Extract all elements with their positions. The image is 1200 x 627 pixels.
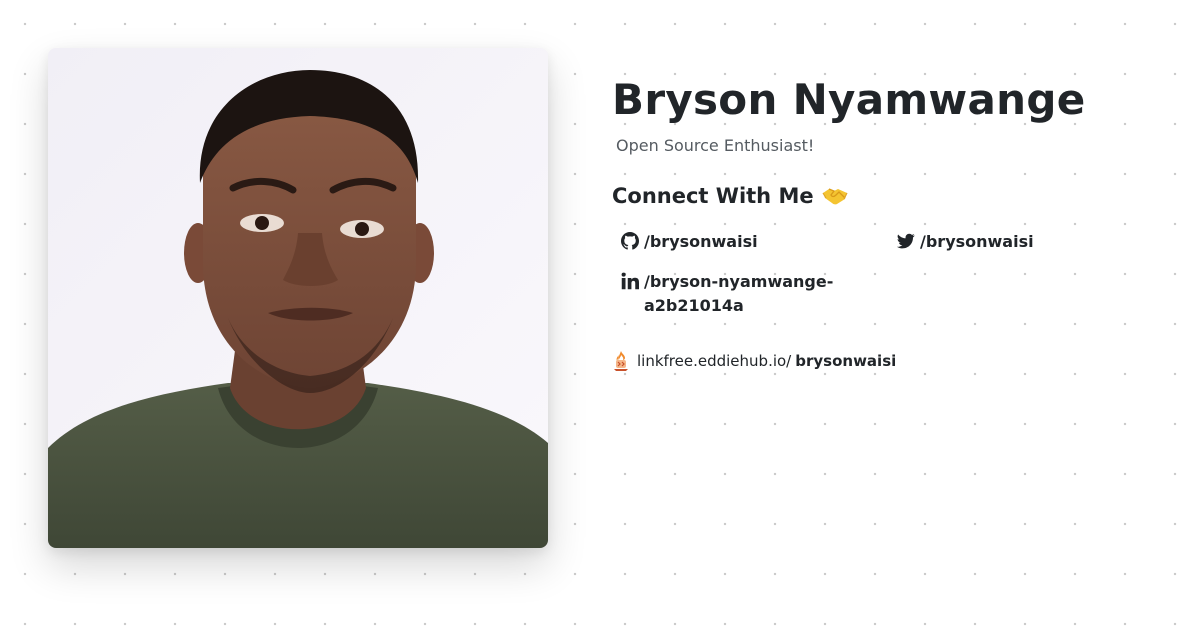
- profile-photo: [48, 48, 548, 548]
- social-link-github[interactable]: /brysonwaisi: [621, 230, 758, 254]
- twitter-icon: [897, 233, 915, 249]
- linkfree-handle: brysonwaisi: [795, 352, 897, 370]
- social-link-linkedin-label: /bryson-nyamwange-a2b21014a: [644, 272, 834, 315]
- social-link-twitter-label: /brysonwaisi: [920, 232, 1034, 251]
- linkedin-icon: [621, 272, 639, 290]
- connect-heading-text: Connect With Me: [612, 184, 814, 208]
- social-link-twitter[interactable]: /brysonwaisi: [897, 230, 1034, 254]
- linkfree-domain: linkfree.eddiehub.io/: [637, 352, 792, 370]
- connect-heading: Connect With Me: [612, 182, 1172, 210]
- social-link-github-label: /brysonwaisi: [644, 232, 758, 251]
- social-link-linkedin[interactable]: /bryson-nyamwange-a2b21014a: [621, 270, 871, 318]
- social-links: /brysonwaisi /brysonwaisi /bryson-nyamwa…: [621, 230, 1141, 330]
- github-icon: [621, 232, 639, 250]
- handshake-icon: [822, 188, 848, 205]
- profile-name: Bryson Nyamwange: [612, 75, 1086, 124]
- profile-info: Bryson Nyamwange Open Source Enthusiast!…: [612, 72, 1172, 371]
- profile-tagline: Open Source Enthusiast!: [616, 136, 815, 155]
- linkfree-logo-icon: [614, 351, 628, 371]
- profile-photo-illustration: [48, 48, 548, 548]
- linkfree-link[interactable]: linkfree.eddiehub.io/ brysonwaisi: [612, 350, 896, 372]
